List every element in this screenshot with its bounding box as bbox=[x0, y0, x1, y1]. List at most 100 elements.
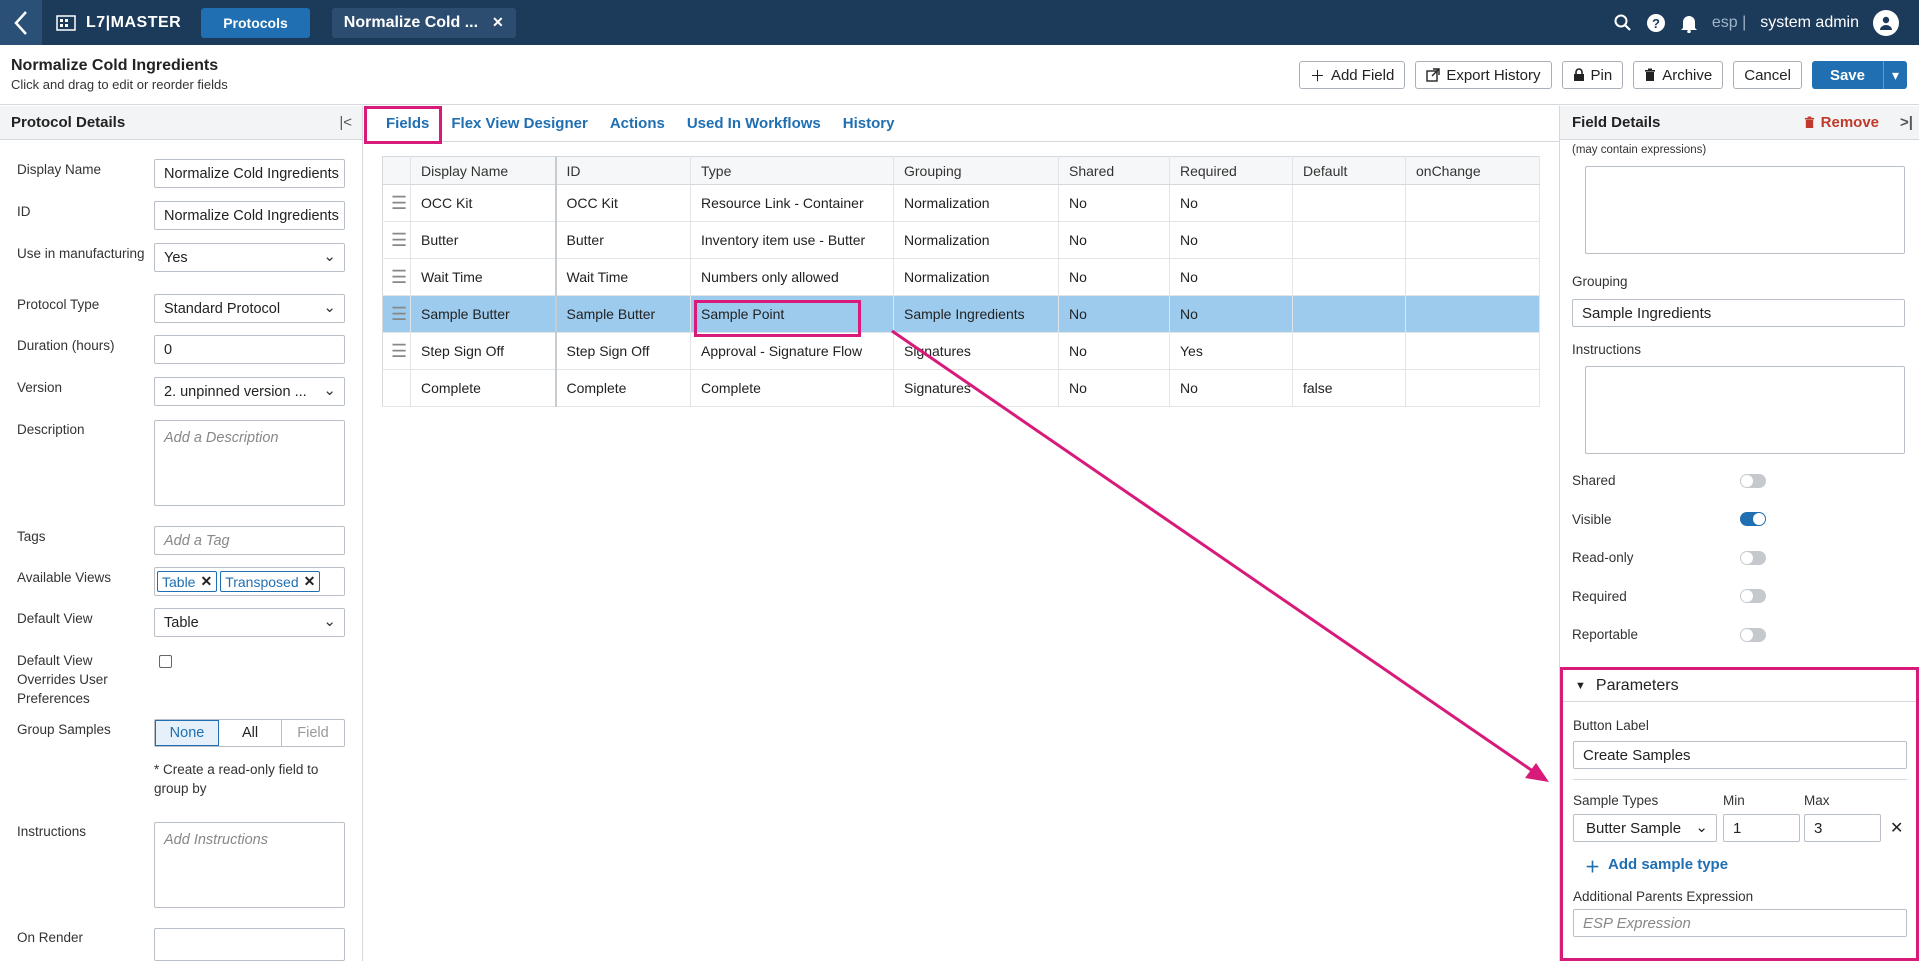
protocol-type-select[interactable]: Standard Protocol bbox=[154, 294, 345, 323]
reportable-toggle[interactable] bbox=[1740, 628, 1766, 642]
duration-input[interactable]: 0 bbox=[154, 335, 345, 364]
close-icon[interactable]: ✕ bbox=[304, 573, 316, 590]
doc-tab[interactable]: Normalize Cold ... ✕ bbox=[331, 7, 516, 38]
drag-handle-icon[interactable]: ☰ bbox=[382, 295, 411, 333]
drag-handle-icon[interactable]: ☰ bbox=[382, 258, 411, 296]
trash-icon bbox=[1804, 116, 1814, 128]
cell-display-name: Step Sign Off bbox=[410, 332, 557, 370]
table-row[interactable]: Complete Complete Complete Signatures No… bbox=[382, 369, 1540, 407]
visible-toggle[interactable] bbox=[1740, 512, 1766, 526]
archive-label: Archive bbox=[1662, 66, 1713, 84]
parents-expression-input[interactable]: ESP Expression bbox=[1573, 909, 1907, 937]
group-all-button[interactable]: All bbox=[219, 720, 282, 746]
col-grouping[interactable]: Grouping bbox=[893, 156, 1059, 185]
protocols-button[interactable]: Protocols bbox=[201, 7, 310, 38]
group-field-button[interactable]: Field bbox=[282, 720, 344, 746]
close-icon[interactable]: ✕ bbox=[1890, 818, 1903, 838]
tab-flex-view-designer[interactable]: Flex View Designer bbox=[451, 115, 587, 132]
min-input[interactable]: 1 bbox=[1723, 814, 1800, 842]
collapse-left-icon[interactable]: |< bbox=[339, 114, 352, 131]
remove-button[interactable]: Remove bbox=[1804, 114, 1879, 131]
cell-required: No bbox=[1169, 258, 1293, 296]
required-toggle[interactable] bbox=[1740, 589, 1766, 603]
default-view-select[interactable]: Table bbox=[154, 608, 345, 637]
cell-onchange bbox=[1405, 295, 1540, 333]
drag-handle-icon[interactable]: ☰ bbox=[382, 221, 411, 259]
search-icon[interactable] bbox=[1614, 14, 1632, 32]
bell-icon[interactable] bbox=[1680, 13, 1698, 33]
drag-handle-icon[interactable]: ☰ bbox=[382, 184, 411, 222]
cell-required: No bbox=[1169, 295, 1293, 333]
col-required[interactable]: Required bbox=[1169, 156, 1293, 185]
add-field-button[interactable]: ＋ Add Field bbox=[1298, 61, 1406, 89]
back-button[interactable] bbox=[0, 0, 42, 45]
group-samples-toggle: None All Field bbox=[154, 719, 345, 747]
col-id[interactable]: ID bbox=[555, 156, 691, 185]
view-chip-transposed-label: Transposed bbox=[225, 573, 299, 590]
parameters-header[interactable]: ▼ Parameters bbox=[1563, 670, 1916, 702]
tab-history[interactable]: History bbox=[843, 115, 895, 132]
group-samples-label: Group Samples bbox=[17, 722, 111, 737]
svg-text:?: ? bbox=[1652, 16, 1660, 31]
sample-type-select[interactable]: Butter Sample ⌄ bbox=[1573, 814, 1717, 842]
drag-handle-icon[interactable]: ☰ bbox=[382, 332, 411, 370]
instructions-textarea[interactable] bbox=[1585, 366, 1905, 454]
tab-actions[interactable]: Actions bbox=[610, 115, 665, 132]
col-display-name[interactable]: Display Name bbox=[410, 156, 557, 185]
button-label-input[interactable]: Create Samples bbox=[1573, 741, 1907, 769]
group-none-button[interactable]: None bbox=[155, 720, 219, 746]
cell-grouping: Signatures bbox=[893, 332, 1059, 370]
col-onchange[interactable]: onChange bbox=[1405, 156, 1540, 185]
export-history-button[interactable]: Export History bbox=[1415, 61, 1552, 89]
tab-used-in-workflows[interactable]: Used In Workflows bbox=[687, 115, 821, 132]
shared-label: Shared bbox=[1572, 473, 1616, 488]
id-input[interactable]: Normalize Cold Ingredients bbox=[154, 201, 345, 230]
logo-text: L7|MASTER bbox=[86, 13, 182, 31]
tags-input[interactable]: Add a Tag bbox=[154, 526, 345, 555]
caret-down-icon: ▼ bbox=[1575, 679, 1586, 692]
archive-button[interactable]: Archive bbox=[1633, 61, 1724, 89]
col-default[interactable]: Default bbox=[1292, 156, 1406, 185]
col-shared[interactable]: Shared bbox=[1058, 156, 1170, 185]
cell-required: No bbox=[1169, 221, 1293, 259]
cell-required: No bbox=[1169, 184, 1293, 222]
save-dropdown-button[interactable]: ▾ bbox=[1883, 61, 1907, 89]
on-render-input[interactable] bbox=[154, 928, 345, 961]
table-row[interactable]: ☰ Wait Time Wait Time Numbers only allow… bbox=[382, 258, 1540, 296]
pin-button[interactable]: Pin bbox=[1561, 61, 1624, 89]
avatar[interactable] bbox=[1873, 9, 1899, 36]
app-logo[interactable]: L7|MASTER bbox=[56, 14, 181, 32]
shared-toggle[interactable] bbox=[1740, 474, 1766, 488]
grouping-input[interactable]: Sample Ingredients bbox=[1572, 299, 1905, 327]
instructions-textarea[interactable]: Add Instructions bbox=[154, 822, 345, 908]
cancel-button[interactable]: Cancel bbox=[1733, 61, 1802, 89]
collapse-right-icon[interactable]: >| bbox=[1900, 114, 1913, 131]
doc-tab-label: Normalize Cold ... bbox=[343, 13, 479, 31]
cell-shared: No bbox=[1058, 332, 1170, 370]
help-icon[interactable]: ? bbox=[1646, 13, 1666, 33]
expression-textarea[interactable] bbox=[1585, 166, 1905, 254]
cell-onchange bbox=[1405, 221, 1540, 259]
protocol-details-panel: Protocol Details |< Display Name Normali… bbox=[0, 106, 363, 961]
available-views-input[interactable]: Table ✕ Transposed ✕ bbox=[154, 567, 345, 596]
table-row[interactable]: ☰ Butter Butter Inventory item use - But… bbox=[382, 221, 1540, 259]
display-name-input[interactable]: Normalize Cold Ingredients bbox=[154, 159, 345, 188]
max-input[interactable]: 3 bbox=[1804, 814, 1881, 842]
save-button[interactable]: Save bbox=[1811, 61, 1883, 89]
cell-id: Complete bbox=[555, 369, 691, 407]
id-label: ID bbox=[17, 204, 31, 219]
close-icon[interactable]: ✕ bbox=[200, 573, 212, 590]
user-name[interactable]: system admin bbox=[1760, 14, 1859, 32]
override-checkbox[interactable] bbox=[159, 655, 172, 668]
close-icon[interactable]: ✕ bbox=[492, 14, 504, 31]
table-row[interactable]: ☰ Step Sign Off Step Sign Off Approval -… bbox=[382, 332, 1540, 370]
add-sample-type-button[interactable]: ＋ Add sample type bbox=[1585, 856, 1728, 877]
description-textarea[interactable]: Add a Description bbox=[154, 420, 345, 506]
table-row-selected[interactable]: ☰ Sample Butter Sample Butter Sample Poi… bbox=[382, 295, 1540, 333]
version-select[interactable]: 2. unpinned version ... bbox=[154, 377, 345, 406]
use-in-mfg-select[interactable]: Yes bbox=[154, 243, 345, 272]
col-type[interactable]: Type bbox=[690, 156, 894, 185]
readonly-toggle[interactable] bbox=[1740, 551, 1766, 565]
table-row[interactable]: ☰ OCC Kit OCC Kit Resource Link - Contai… bbox=[382, 184, 1540, 222]
instructions-label: Instructions bbox=[17, 824, 87, 839]
